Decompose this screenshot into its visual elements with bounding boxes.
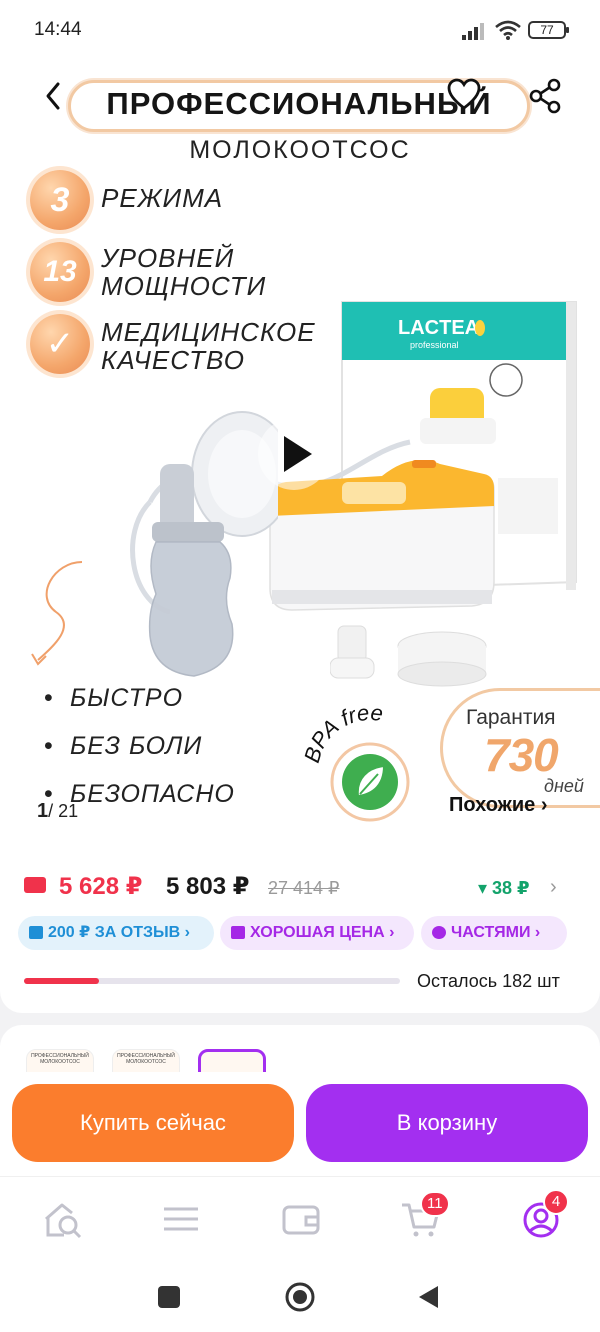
chevron-right-icon[interactable]: ›: [550, 876, 557, 899]
card-wallet-icon: [24, 877, 46, 893]
similar-products-link[interactable]: Похожие ›: [449, 794, 548, 817]
review-bonus-chip[interactable]: 200 ₽ ЗА ОТЗЫВ ›: [18, 916, 214, 950]
feature-badge-power: 13: [30, 242, 90, 302]
current-price: 5 803 ₽: [166, 873, 250, 900]
tab-wallet-icon[interactable]: [280, 1199, 322, 1239]
status-time: 14:44: [34, 19, 82, 40]
feature-badge-quality: ✓: [30, 314, 90, 374]
bullet-painless: БЕЗ БОЛИ: [44, 732, 202, 761]
back-icon[interactable]: [40, 78, 70, 114]
old-price: 27 414 ₽: [268, 878, 340, 898]
thumbs-up-icon: [231, 926, 245, 939]
brand-sub: professional: [410, 340, 459, 350]
pump-parts-illustration: [330, 625, 487, 687]
play-video-button[interactable]: [258, 418, 330, 490]
guarantee-value: 730: [484, 729, 559, 781]
product-image-carousel[interactable]: ПРОФЕССИОНАЛЬНЫЙ МОЛОКООТСОС 3 РЕЖИМА 13…: [0, 62, 600, 848]
recent-apps-icon[interactable]: [158, 1286, 180, 1308]
installments-chip[interactable]: ЧАСТЯМИ ›: [421, 916, 567, 950]
guarantee-title: Гарантия: [466, 706, 556, 729]
price-card: 5 628 ₽ 5 803 ₽ 27 414 ₽ ▾ 38 ₽ › 200 ₽ …: [0, 848, 600, 1013]
purchase-actions: Купить сейчас В корзину: [0, 1072, 600, 1176]
bottom-tab-bar: 11 4: [0, 1176, 600, 1262]
brand-logo: LACTEA: [398, 317, 479, 339]
feature-badge-modes: 3: [30, 170, 90, 230]
stock-progress-bar: [24, 978, 400, 984]
wifi-icon: [495, 20, 521, 40]
tab-catalog-icon[interactable]: [160, 1199, 202, 1239]
good-price-chip[interactable]: ХОРОШАЯ ЦЕНА ›: [220, 916, 414, 950]
cart-count-badge: 11: [420, 1191, 450, 1217]
card-price: 5 628 ₽: [59, 873, 143, 900]
bpa-free-stamp: BPA free: [300, 700, 410, 822]
arrow-decoration-icon: [31, 561, 83, 666]
bullet-fast: БЫСТРО: [44, 684, 183, 713]
bottle-illustration: [148, 411, 278, 677]
play-icon: [284, 436, 312, 472]
add-to-cart-button[interactable]: В корзину: [306, 1084, 588, 1162]
buy-now-button[interactable]: Купить сейчас: [12, 1084, 294, 1162]
stock-remaining: Осталось 182 шт: [417, 971, 560, 991]
tab-home-search-icon[interactable]: [42, 1199, 84, 1239]
feature-quality-label: МЕДИЦИНСКОЕ КАЧЕСТВО: [101, 317, 316, 375]
share-icon[interactable]: [528, 78, 562, 114]
home-icon[interactable]: [284, 1281, 316, 1313]
system-back-icon[interactable]: [416, 1284, 442, 1310]
feature-modes-label: РЕЖИМА: [101, 183, 224, 213]
system-navigation-bar: [0, 1262, 600, 1332]
profile-notification-badge: 4: [543, 1189, 569, 1215]
battery-icon: 77: [528, 21, 569, 39]
status-bar: 14:44 77: [0, 0, 600, 62]
pie-chart-icon: [432, 926, 446, 939]
feature-power-label: УРОВНЕЙ МОЩНОСТИ: [101, 243, 267, 301]
favorite-heart-icon[interactable]: [446, 78, 482, 112]
promo-subtitle: МОЛОКООТСОС: [189, 136, 411, 164]
guarantee-unit: дней: [544, 776, 584, 796]
wallet-icon: [29, 926, 43, 939]
image-counter: 1/ 21: [37, 800, 79, 822]
price-drop[interactable]: ▾ 38 ₽: [478, 878, 530, 899]
signal-icon: [462, 23, 484, 40]
stock-progress-fill: [24, 978, 100, 984]
